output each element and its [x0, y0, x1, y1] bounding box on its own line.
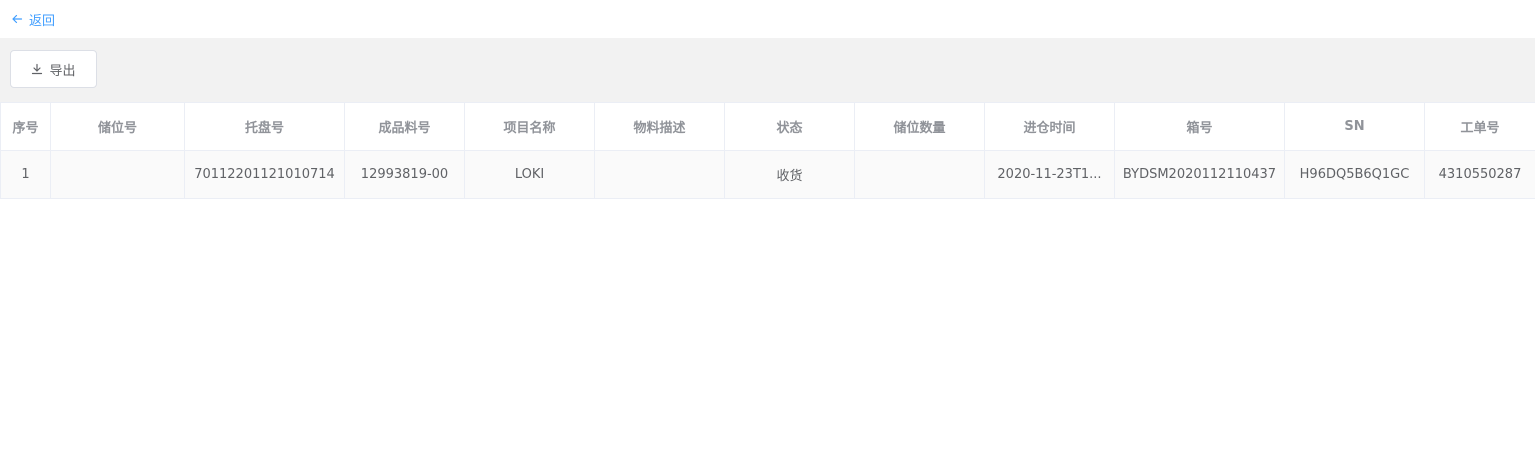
cell-pallet: 70112201121010714 [184, 150, 345, 199]
download-icon [31, 63, 43, 75]
column-header-location-qty[interactable]: 储位数量 [854, 102, 985, 151]
cell-work-order: 4310550287 [1424, 150, 1535, 199]
table-row[interactable]: 1 70112201121010714 12993819-00 LOKI 收货 … [0, 150, 1535, 199]
cell-project-name: LOKI [464, 150, 595, 199]
top-nav-bar: 返回 [0, 0, 1535, 38]
column-header-location[interactable]: 储位号 [50, 102, 185, 151]
column-header-pallet[interactable]: 托盘号 [184, 102, 345, 151]
column-header-index[interactable]: 序号 [0, 102, 51, 151]
cell-location [50, 150, 185, 199]
cell-location-qty [854, 150, 985, 199]
cell-index: 1 [0, 150, 51, 199]
cell-box-number: BYDSM2020112110437 [1114, 150, 1285, 199]
column-header-project-name[interactable]: 项目名称 [464, 102, 595, 151]
cell-material-desc [594, 150, 725, 199]
cell-status: 收货 [724, 150, 855, 199]
column-header-work-order[interactable]: 工单号 [1424, 102, 1535, 151]
back-label: 返回 [29, 13, 56, 29]
column-header-material-desc[interactable]: 物料描述 [594, 102, 725, 151]
column-header-box-number[interactable]: 箱号 [1114, 102, 1285, 151]
export-button[interactable]: 导出 [10, 50, 97, 88]
cell-inbound-time: 2020-11-23T1... [984, 150, 1115, 199]
export-label: 导出 [49, 63, 76, 79]
column-header-status[interactable]: 状态 [724, 102, 855, 151]
arrow-left-icon [11, 13, 23, 25]
back-link[interactable]: 返回 [11, 10, 56, 29]
column-header-sn[interactable]: SN [1284, 102, 1425, 151]
cell-product-code: 12993819-00 [344, 150, 465, 199]
column-header-inbound-time[interactable]: 进仓时间 [984, 102, 1115, 151]
toolbar: 导出 [0, 38, 1535, 102]
cell-sn: H96DQ5B6Q1GC [1284, 150, 1425, 199]
table-header-row: 序号 储位号 托盘号 成品料号 项目名称 物料描述 状态 储位数量 进仓时间 箱… [0, 102, 1535, 151]
column-header-product-code[interactable]: 成品料号 [344, 102, 465, 151]
data-table: 序号 储位号 托盘号 成品料号 项目名称 物料描述 状态 储位数量 进仓时间 箱… [0, 102, 1535, 199]
